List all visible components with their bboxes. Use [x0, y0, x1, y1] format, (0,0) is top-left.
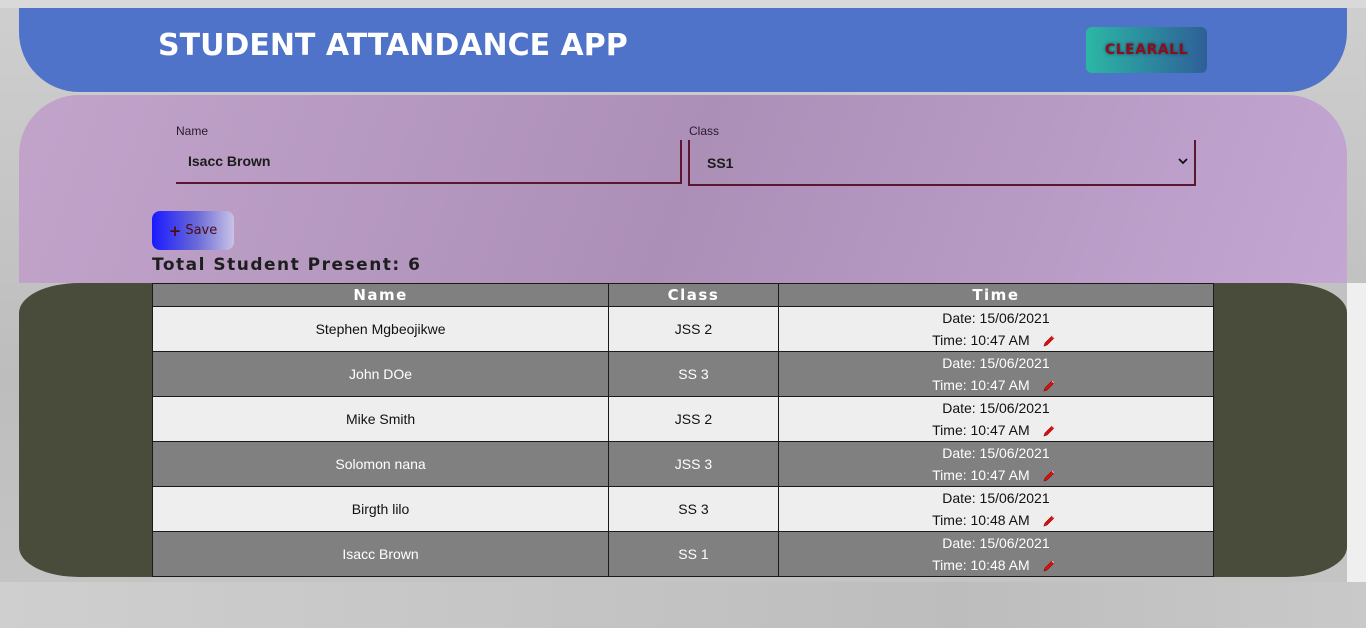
row-time-value: Time: 10:47 AM: [932, 377, 1030, 393]
save-button-label: Save: [185, 223, 218, 238]
row-name: Solomon nana: [151, 441, 610, 487]
row-time-value: Time: 10:48 AM: [932, 512, 1030, 528]
attendance-table: Name Class Time Stephen Mgbeojikwe JSS 2…: [151, 283, 1215, 577]
header-name: Name: [151, 283, 610, 307]
name-label: Name: [176, 124, 209, 138]
table-row: Birgth lilo SS 3 Date: 15/06/2021 Time: …: [151, 486, 1215, 532]
row-date: Date: 15/06/2021: [942, 490, 1050, 506]
save-button[interactable]: + Save: [152, 211, 234, 250]
name-input[interactable]: [176, 140, 682, 184]
row-class: SS 1: [608, 531, 779, 577]
header-class: Class: [608, 283, 779, 307]
class-select-value: SS1: [707, 155, 734, 171]
total-present-text: Total Student Present: 6: [152, 255, 422, 275]
row-date: Date: 15/06/2021: [942, 355, 1050, 371]
row-name: Mike Smith: [151, 396, 610, 442]
table-row: Isacc Brown SS 1 Date: 15/06/2021 Time: …: [151, 531, 1215, 577]
row-date: Date: 15/06/2021: [942, 310, 1050, 326]
pencil-icon[interactable]: [1042, 469, 1056, 483]
table-row: Solomon nana JSS 3 Date: 15/06/2021 Time…: [151, 441, 1215, 487]
row-date: Date: 15/06/2021: [942, 400, 1050, 416]
attendance-form: Name Class SS1 + Save Total Student Pres…: [19, 95, 1347, 283]
row-date: Date: 15/06/2021: [942, 535, 1050, 551]
class-label: Class: [689, 124, 720, 138]
row-time-value: Time: 10:47 AM: [932, 332, 1030, 348]
app-page: STUDENT ATTANDANCE APP CLEARALL Name Cla…: [0, 0, 1366, 628]
row-time-value: Time: 10:47 AM: [932, 467, 1030, 483]
row-name: John DOe: [151, 351, 610, 397]
row-name: Isacc Brown: [151, 531, 610, 577]
pencil-icon[interactable]: [1042, 379, 1056, 393]
row-class: SS 3: [608, 486, 779, 532]
app-title: STUDENT ATTANDANCE APP: [158, 28, 628, 63]
row-time: Date: 15/06/2021 Time: 10:47 AM: [777, 351, 1215, 397]
row-time: Date: 15/06/2021 Time: 10:47 AM: [777, 396, 1215, 442]
row-time: Date: 15/06/2021 Time: 10:47 AM: [777, 306, 1215, 352]
pencil-icon[interactable]: [1042, 514, 1056, 528]
row-time: Date: 15/06/2021 Time: 10:48 AM: [777, 531, 1215, 577]
row-name: Stephen Mgbeojikwe: [151, 306, 610, 352]
class-select[interactable]: SS1: [688, 140, 1196, 186]
table-row: Mike Smith JSS 2 Date: 15/06/2021 Time: …: [151, 396, 1215, 442]
row-class: JSS 2: [608, 306, 779, 352]
pencil-icon[interactable]: [1042, 334, 1056, 348]
top-strip: [0, 0, 1366, 8]
table-header-row: Name Class Time: [151, 283, 1215, 307]
pencil-icon[interactable]: [1042, 424, 1056, 438]
row-time-value: Time: 10:47 AM: [932, 422, 1030, 438]
bottom-area: [0, 582, 1366, 628]
row-date: Date: 15/06/2021: [942, 445, 1050, 461]
row-class: SS 3: [608, 351, 779, 397]
pencil-icon[interactable]: [1042, 559, 1056, 573]
row-class: JSS 2: [608, 396, 779, 442]
row-name: Birgth lilo: [151, 486, 610, 532]
clear-all-button[interactable]: CLEARALL: [1086, 27, 1207, 73]
row-time-value: Time: 10:48 AM: [932, 557, 1030, 573]
row-time: Date: 15/06/2021 Time: 10:48 AM: [777, 486, 1215, 532]
app-header: STUDENT ATTANDANCE APP CLEARALL: [19, 8, 1347, 92]
table-row: Stephen Mgbeojikwe JSS 2 Date: 15/06/202…: [151, 306, 1215, 352]
header-time: Time: [777, 283, 1215, 307]
row-time: Date: 15/06/2021 Time: 10:47 AM: [777, 441, 1215, 487]
right-strip: [1347, 283, 1366, 582]
table-row: John DOe SS 3 Date: 15/06/2021 Time: 10:…: [151, 351, 1215, 397]
row-class: JSS 3: [608, 441, 779, 487]
chevron-down-icon: [1178, 158, 1188, 165]
plus-icon: +: [168, 221, 182, 240]
